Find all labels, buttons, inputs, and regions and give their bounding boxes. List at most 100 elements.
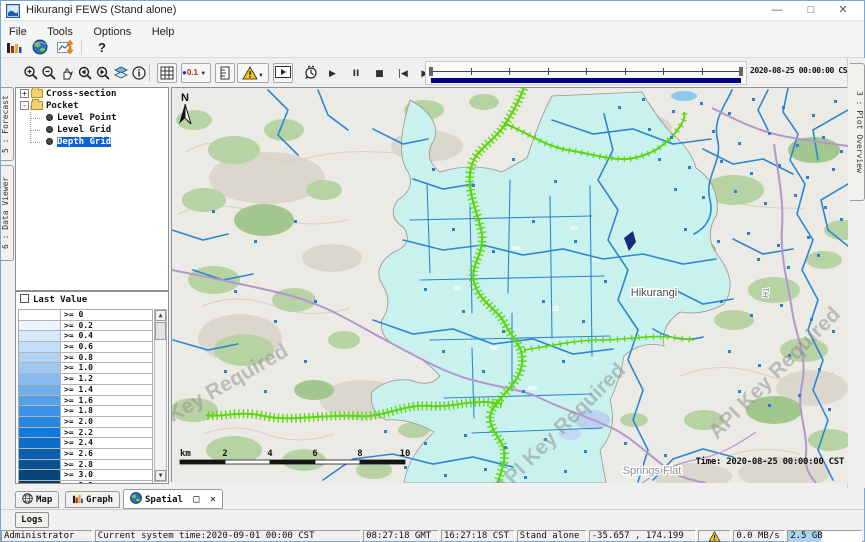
zoom-previous-icon[interactable]: [75, 63, 95, 83]
step-first-button[interactable]: |◀: [393, 64, 412, 84]
timeline-start-handle[interactable]: [429, 67, 433, 76]
scroll-up-icon[interactable]: ▲: [155, 310, 166, 321]
last-value-checkbox[interactable]: [20, 294, 29, 303]
legend-threshold-label: >= 2.6: [61, 449, 152, 459]
scroll-down-icon[interactable]: ▼: [155, 470, 166, 481]
warning-filter-dropdown[interactable]: ▼: [237, 63, 269, 83]
timeline-tick: [509, 68, 510, 75]
legend-row[interactable]: >= 1.2: [19, 374, 152, 385]
tab-spatial[interactable]: Spatial □ ✕: [123, 489, 223, 509]
legend-row[interactable]: >= 3.0: [19, 470, 152, 481]
menu-bar: File Tools Options Help: [1, 22, 864, 37]
timeseries-display-icon[interactable]: [56, 39, 74, 56]
tab-data-viewer[interactable]: 6 : Data Viewer: [1, 165, 14, 261]
timeline-end-handle[interactable]: [739, 67, 743, 76]
legend-color-swatch: [19, 321, 61, 331]
value-threshold-dropdown[interactable]: ●0.1 ▼: [181, 63, 211, 83]
help-button[interactable]: ?: [93, 39, 111, 56]
tab-maximize-icon[interactable]: □: [193, 494, 199, 505]
legend-color-swatch: [19, 460, 61, 470]
animation-player-button[interactable]: [273, 63, 293, 83]
legend-color-swatch: [19, 374, 61, 384]
tab-graph[interactable]: Graph: [65, 491, 120, 508]
legend-color-swatch: [19, 342, 61, 352]
legend-panel: Last Value >= 0>= 0.2>= 0.4>= 0.6>= 0.8>…: [15, 291, 169, 484]
legend-row[interactable]: >= 0.6: [19, 342, 152, 353]
zoom-out-icon[interactable]: [39, 63, 59, 83]
city-label: Hikurangi: [631, 287, 677, 299]
legend-row[interactable]: >= 0.8: [19, 353, 152, 364]
bullet-icon: [46, 138, 53, 145]
last-value-label: Last Value: [33, 295, 87, 305]
legend-row[interactable]: >= 1.4: [19, 385, 152, 396]
pan-icon[interactable]: [57, 63, 77, 83]
legend-row[interactable]: >= 2.4: [19, 438, 152, 449]
legend-row[interactable]: >= 2.8: [19, 460, 152, 471]
tab-map[interactable]: Map: [15, 491, 59, 508]
map-time-label: Time: 2020-08-25 00:00:00 CST: [696, 456, 845, 467]
bullet-icon: [46, 126, 53, 133]
legend-row[interactable]: >= 2.6: [19, 449, 152, 460]
tab-close-icon[interactable]: ✕: [210, 494, 216, 505]
tree-expander-icon[interactable]: +: [20, 89, 29, 98]
grid-display-button[interactable]: [157, 63, 177, 83]
legend-threshold-label: >= 1.2: [61, 374, 152, 384]
legend-threshold-label: >= 3.2: [61, 481, 152, 483]
tab-plot-overview[interactable]: 3 : Plot Overview: [850, 63, 865, 201]
timeline-period-bar[interactable]: [431, 78, 741, 83]
timeline-tick: [702, 68, 703, 75]
legend-row[interactable]: >= 3.2: [19, 481, 152, 483]
logs-button[interactable]: Logs: [15, 512, 49, 528]
zoom-in-icon[interactable]: [21, 63, 41, 83]
legend-row[interactable]: >= 0: [19, 310, 152, 321]
globe-icon: [130, 492, 142, 512]
left-tab-strip: 5 : Forecast 6 : Data Viewer: [1, 87, 15, 487]
timeline-tick: [625, 68, 626, 75]
bar-chart-icon: [72, 493, 83, 510]
tree-leaf-label: Level Grid: [57, 125, 111, 135]
stop-button[interactable]: ■: [370, 64, 389, 84]
scrollbar-thumb[interactable]: [155, 322, 166, 340]
legend-row[interactable]: >= 0.2: [19, 321, 152, 332]
zoom-next-icon[interactable]: [93, 63, 113, 83]
legend-threshold-label: >= 2.4: [61, 438, 152, 448]
layers-tree: +Cross-section-PocketLevel PointLevel Gr…: [15, 87, 169, 291]
layers-icon[interactable]: [111, 63, 131, 83]
toolbar-separator: [81, 40, 82, 55]
timeline-slider[interactable]: [425, 61, 747, 85]
scale-ruler-button[interactable]: [215, 63, 235, 83]
title-bar: Hikurangi FEWS (Stand alone) — □ ✕: [1, 1, 864, 21]
timer-settings-icon[interactable]: [301, 63, 321, 83]
status-local-time: 16:27:18 CST: [441, 530, 515, 542]
spatial-display-icon[interactable]: [31, 39, 49, 56]
play-button[interactable]: ▶: [323, 64, 342, 84]
tree-expander-icon[interactable]: -: [20, 101, 29, 110]
status-warning-icon[interactable]: [698, 530, 731, 542]
explorer-icon[interactable]: [5, 39, 23, 56]
legend-row[interactable]: >= 1.6: [19, 396, 152, 407]
minimize-button[interactable]: —: [762, 1, 792, 20]
pause-button[interactable]: II: [346, 64, 365, 84]
legend-header: Last Value: [16, 292, 168, 308]
window-title: Hikurangi FEWS (Stand alone): [26, 4, 176, 16]
legend-color-scale: >= 0>= 0.2>= 0.4>= 0.6>= 0.8>= 1.0>= 1.2…: [18, 309, 153, 483]
close-button[interactable]: ✕: [828, 1, 858, 20]
legend-row[interactable]: >= 0.4: [19, 331, 152, 342]
tab-forecast[interactable]: 5 : Forecast: [1, 87, 14, 161]
legend-row[interactable]: >= 2.2: [19, 428, 152, 439]
main-toolbar: ?: [1, 37, 864, 58]
svg-text:2: 2: [222, 449, 227, 459]
info-icon[interactable]: [129, 63, 149, 83]
maximize-button[interactable]: □: [796, 1, 826, 20]
map-canvas[interactable]: API Key Required API Key Required API Ke…: [172, 88, 848, 483]
legend-scrollbar[interactable]: ▲ ▼: [154, 309, 167, 482]
app-logo-icon: [6, 4, 20, 18]
status-download-rate: 0.0 MB/s: [733, 530, 785, 542]
legend-row[interactable]: >= 1.0: [19, 363, 152, 374]
legend-threshold-label: >= 1.8: [61, 406, 152, 416]
tree-leaf[interactable]: Depth Grid: [16, 136, 168, 148]
legend-row[interactable]: >= 2.0: [19, 417, 152, 428]
timeline-datetime-label: 2020-08-25 00:00:00 CST: [750, 66, 852, 75]
status-user: Administrator: [1, 530, 93, 542]
legend-row[interactable]: >= 1.8: [19, 406, 152, 417]
